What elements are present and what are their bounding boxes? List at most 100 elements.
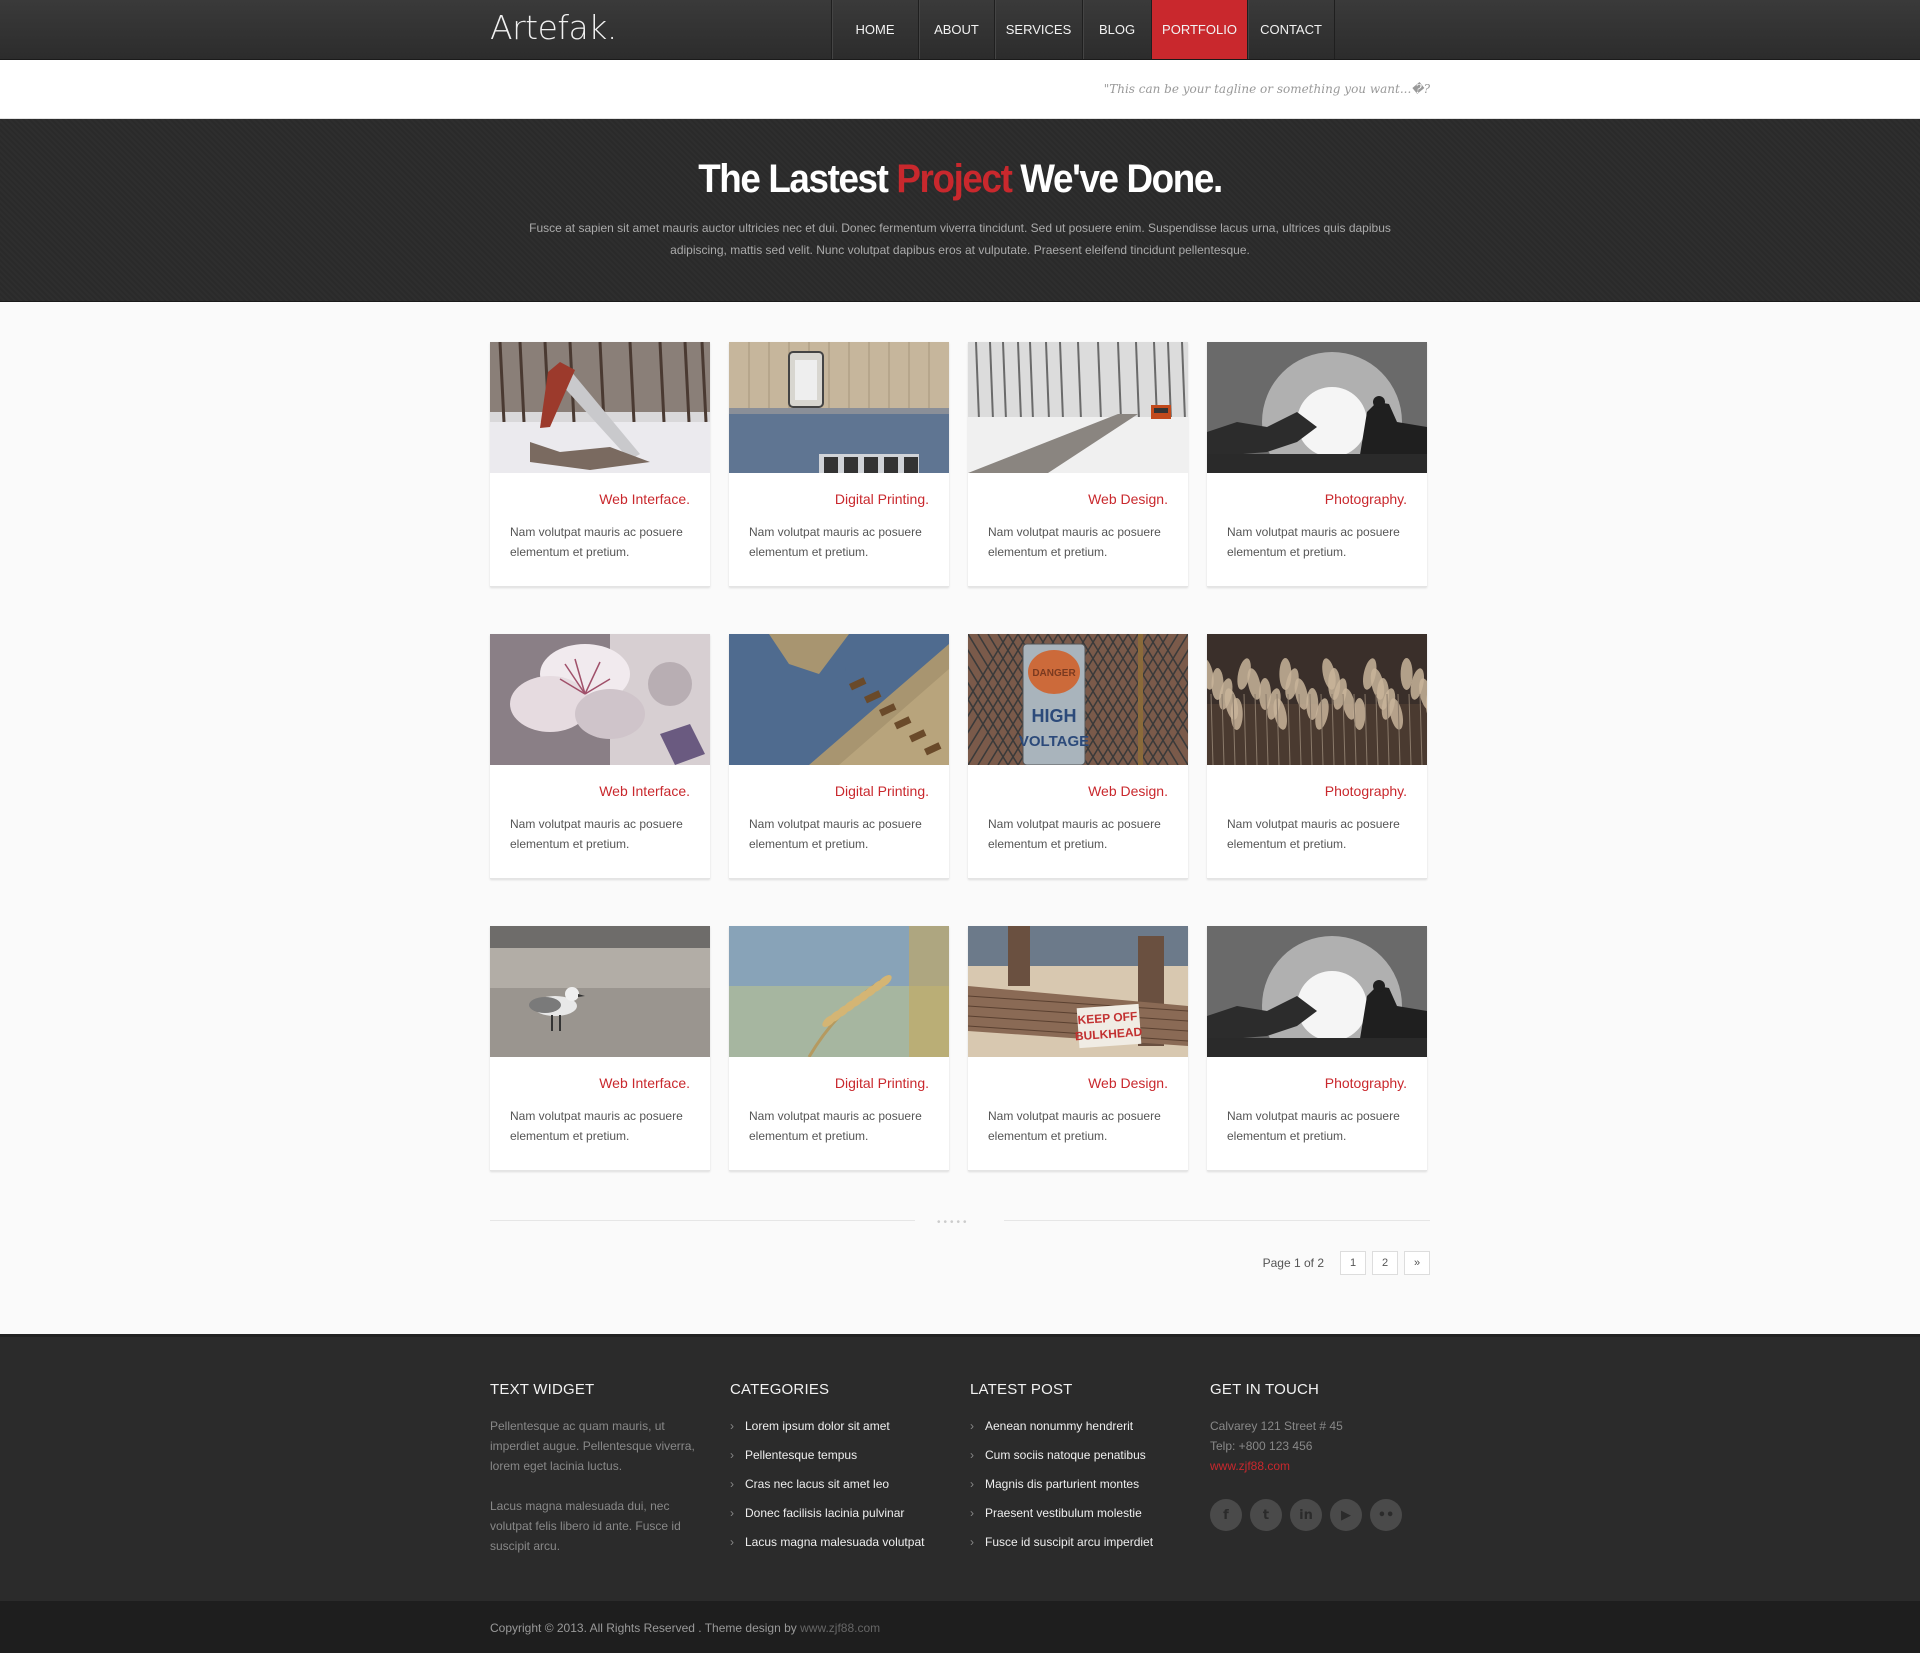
hero-title-end: We've Done. bbox=[1011, 157, 1223, 201]
portfolio-category[interactable]: Photography. bbox=[1325, 783, 1407, 799]
youtube-icon[interactable]: ▶ bbox=[1330, 1499, 1362, 1531]
portfolio-thumbnail[interactable] bbox=[1207, 634, 1427, 765]
portfolio-thumbnail[interactable]: DANGER HIGH VOLTAGE bbox=[968, 634, 1188, 765]
latest-post-item[interactable]: › Cum sociis natoque penatibus bbox=[970, 1445, 1180, 1465]
portfolio-card[interactable]: KEEP OFF BULKHEAD Web Design. Nam volutpat… bbox=[968, 926, 1188, 1171]
portfolio-description: Nam volutpat mauris ac posuere elementum… bbox=[988, 817, 1161, 851]
page-info: Page 1 of 2 bbox=[1262, 1256, 1324, 1270]
portfolio-category[interactable]: Digital Printing. bbox=[835, 783, 929, 799]
portfolio-category[interactable]: Digital Printing. bbox=[835, 1075, 929, 1091]
twitter-icon[interactable]: t bbox=[1250, 1499, 1282, 1531]
category-link[interactable]: Cras nec lacus sit amet leo bbox=[745, 1477, 889, 1491]
portfolio-card[interactable]: Web Interface. Nam volutpat mauris ac pos… bbox=[490, 342, 710, 587]
portfolio-card[interactable]: Digital Printing. Nam volutpat mauris ac … bbox=[729, 926, 949, 1171]
category-link[interactable]: Pellentesque tempus bbox=[745, 1448, 857, 1462]
portfolio-thumbnail[interactable] bbox=[1207, 342, 1427, 473]
site-logo[interactable]: Artefak. bbox=[490, 8, 617, 47]
portfolio-card[interactable]: Photography. Nam volutpat mauris ac posue… bbox=[1207, 926, 1427, 1171]
sunset-figure-image bbox=[1207, 926, 1427, 1057]
portfolio-thumbnail[interactable] bbox=[729, 342, 949, 473]
nav-home[interactable]: HOME bbox=[831, 0, 918, 59]
linkedin-icon[interactable]: in bbox=[1290, 1499, 1322, 1531]
category-item[interactable]: › Donec facilisis lacinia pulvinar bbox=[730, 1503, 940, 1523]
category-link[interactable]: Lacus magna malesuada volutpat bbox=[745, 1535, 924, 1549]
portfolio-category[interactable]: Digital Printing. bbox=[835, 491, 929, 507]
facebook-icon[interactable]: f bbox=[1210, 1499, 1242, 1531]
divider-line-left bbox=[490, 1220, 915, 1221]
hero-title-start: The Lastest bbox=[698, 157, 897, 201]
category-item[interactable]: › Cras nec lacus sit amet leo bbox=[730, 1474, 940, 1494]
portfolio-description: Nam volutpat mauris ac posuere elementum… bbox=[1227, 817, 1400, 851]
chevron-right-icon: › bbox=[970, 1448, 974, 1462]
next-page-button[interactable]: » bbox=[1404, 1251, 1430, 1275]
gear-board-image bbox=[729, 634, 949, 765]
category-item[interactable]: › Pellentesque tempus bbox=[730, 1445, 940, 1465]
footer: TEXT WIDGET Pellentesque ac quam mauris,… bbox=[0, 1334, 1920, 1601]
designer-link[interactable]: www.zjf88.com bbox=[800, 1621, 880, 1635]
chevron-right-icon: › bbox=[970, 1477, 974, 1491]
portfolio-thumbnail[interactable] bbox=[1207, 926, 1427, 1057]
category-item[interactable]: › Lacus magna malesuada volutpat bbox=[730, 1532, 940, 1552]
category-item[interactable]: › Lorem ipsum dolor sit amet bbox=[730, 1416, 940, 1436]
latest-post-link[interactable]: Aenean nonummy hendrerit bbox=[985, 1419, 1133, 1433]
latest-post-item[interactable]: › Fusce id suscipit arcu imperdiet bbox=[970, 1532, 1180, 1552]
portfolio-thumbnail[interactable] bbox=[490, 926, 710, 1057]
portfolio-category[interactable]: Web Interface. bbox=[599, 491, 690, 507]
latest-post-item[interactable]: › Praesent vestibulum molestie bbox=[970, 1503, 1180, 1523]
chevron-right-icon: › bbox=[970, 1535, 974, 1549]
snowy-slide-image bbox=[490, 342, 710, 473]
portfolio-category[interactable]: Web Interface. bbox=[599, 783, 690, 799]
portfolio-thumbnail[interactable] bbox=[490, 342, 710, 473]
portfolio-card[interactable]: Photography. Nam volutpat mauris ac posue… bbox=[1207, 342, 1427, 587]
portfolio-category[interactable]: Photography. bbox=[1325, 1075, 1407, 1091]
nav-about[interactable]: ABOUT bbox=[918, 0, 994, 59]
portfolio-card[interactable]: Web Interface. Nam volutpat mauris ac pos… bbox=[490, 634, 710, 879]
nav-blog[interactable]: BLOG bbox=[1082, 0, 1151, 59]
page-2-button[interactable]: 2 bbox=[1372, 1251, 1398, 1275]
portfolio-category[interactable]: Photography. bbox=[1325, 491, 1407, 507]
chevron-right-icon: › bbox=[730, 1506, 734, 1520]
latest-post-item[interactable]: › Aenean nonummy hendrerit bbox=[970, 1416, 1180, 1436]
portfolio-category[interactable]: Web Design. bbox=[1088, 783, 1168, 799]
portfolio-thumbnail[interactable] bbox=[490, 634, 710, 765]
text-widget-title: TEXT WIDGET bbox=[490, 1381, 595, 1398]
latest-post-link[interactable]: Magnis dis parturient montes bbox=[985, 1477, 1139, 1491]
divider-line-right bbox=[1004, 1220, 1430, 1221]
portfolio-card[interactable]: Digital Printing. Nam volutpat mauris ac … bbox=[729, 634, 949, 879]
portfolio-card[interactable]: Digital Printing. Nam volutpat mauris ac … bbox=[729, 342, 949, 587]
nav-contact[interactable]: CONTACT bbox=[1247, 0, 1335, 59]
portfolio-category[interactable]: Web Design. bbox=[1088, 491, 1168, 507]
portfolio-description: Nam volutpat mauris ac posuere elementum… bbox=[510, 1109, 683, 1143]
footer-contact: GET IN TOUCH Calvarey 121 Street # 45 Te… bbox=[1210, 1381, 1420, 1531]
portfolio-card[interactable]: Web Design. Nam volutpat mauris ac posuer… bbox=[968, 342, 1188, 587]
portfolio-description: Nam volutpat mauris ac posuere elementum… bbox=[988, 525, 1161, 559]
chevron-right-icon: › bbox=[730, 1535, 734, 1549]
page-1-button[interactable]: 1 bbox=[1340, 1251, 1366, 1275]
flickr-icon[interactable]: •• bbox=[1370, 1499, 1402, 1531]
nav-portfolio[interactable]: PORTFOLIO bbox=[1151, 0, 1247, 59]
latest-post-link[interactable]: Praesent vestibulum molestie bbox=[985, 1506, 1142, 1520]
portfolio-card[interactable]: DANGER HIGH VOLTAGE Web Design. Nam volut… bbox=[968, 634, 1188, 879]
chevron-right-icon: › bbox=[730, 1419, 734, 1433]
portfolio-category[interactable]: Web Design. bbox=[1088, 1075, 1168, 1091]
chevron-right-icon: › bbox=[970, 1419, 974, 1433]
latest-post-link[interactable]: Cum sociis natoque penatibus bbox=[985, 1448, 1146, 1462]
footer-text-widget: TEXT WIDGET Pellentesque ac quam mauris,… bbox=[490, 1381, 700, 1556]
portfolio-grid: Web Interface. Nam volutpat mauris ac pos… bbox=[490, 342, 1430, 1172]
hero-banner: The Lastest Project We've Done. Fusce at… bbox=[0, 119, 1920, 302]
portfolio-card[interactable]: Web Interface. Nam volutpat mauris ac pos… bbox=[490, 926, 710, 1171]
main-nav: HOME ABOUT SERVICES BLOG PORTFOLIO CONTACT bbox=[831, 0, 1335, 59]
portfolio-thumbnail[interactable]: KEEP OFF BULKHEAD bbox=[968, 926, 1188, 1057]
nav-services[interactable]: SERVICES bbox=[994, 0, 1082, 59]
category-link[interactable]: Donec facilisis lacinia pulvinar bbox=[745, 1506, 904, 1520]
portfolio-thumbnail[interactable] bbox=[729, 634, 949, 765]
latest-post-link[interactable]: Fusce id suscipit arcu imperdiet bbox=[985, 1535, 1153, 1549]
latest-post-item[interactable]: › Magnis dis parturient montes bbox=[970, 1474, 1180, 1494]
portfolio-category[interactable]: Web Interface. bbox=[599, 1075, 690, 1091]
portfolio-thumbnail[interactable] bbox=[729, 926, 949, 1057]
portfolio-card[interactable]: Photography. Nam volutpat mauris ac posue… bbox=[1207, 634, 1427, 879]
contact-website-link[interactable]: www.zjf88.com bbox=[1210, 1459, 1290, 1473]
wheat-image bbox=[729, 926, 949, 1057]
category-link[interactable]: Lorem ipsum dolor sit amet bbox=[745, 1419, 890, 1433]
portfolio-thumbnail[interactable] bbox=[968, 342, 1188, 473]
